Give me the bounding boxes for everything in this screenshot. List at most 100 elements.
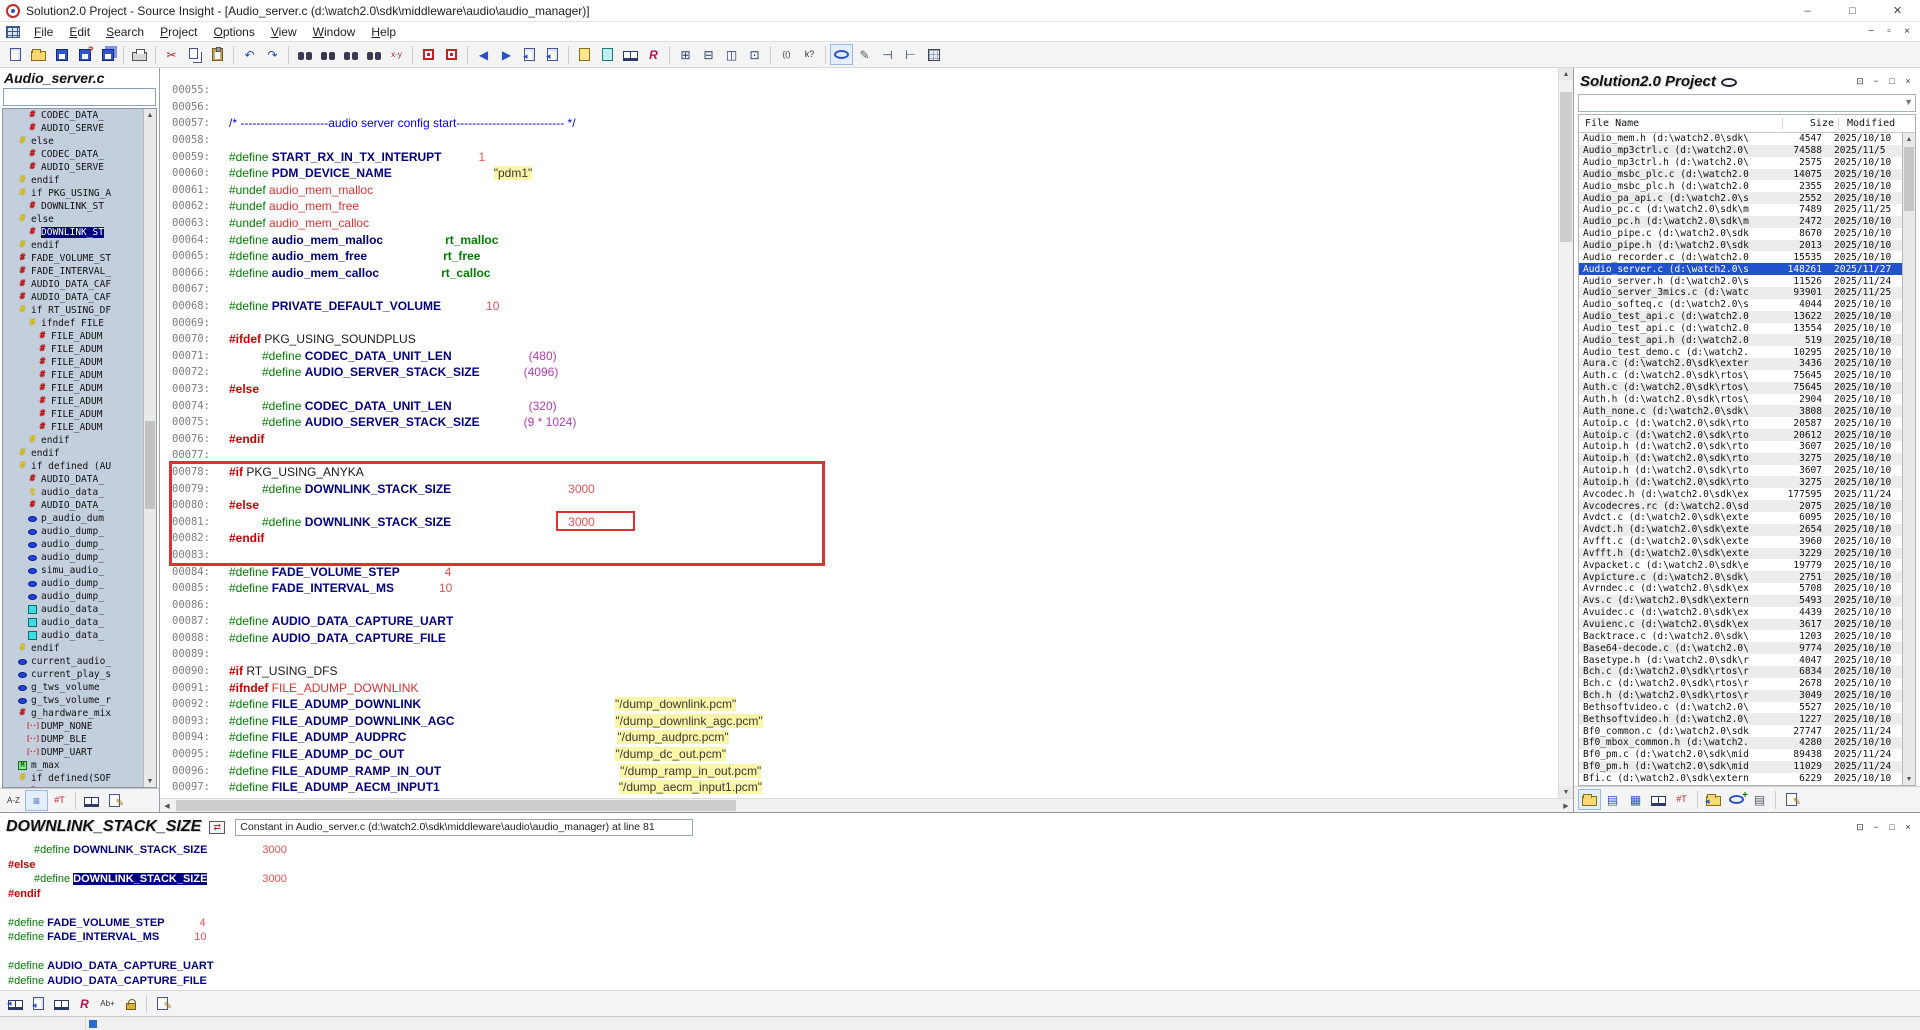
split-vertical-icon[interactable]: ◫ — [720, 44, 743, 65]
symbol-tree-scrollbar[interactable]: ▲ ▼ — [143, 109, 156, 787]
file-list-row[interactable]: Audio_server.h (d:\watch2.0\s115262025/1… — [1579, 275, 1902, 287]
file-list-row[interactable]: Bf0_common.c (d:\watch2.0\sdk277472025/1… — [1579, 725, 1902, 737]
symbol-tree-item[interactable]: #TX_DMA_SIZE — [5, 785, 142, 788]
file-list-row[interactable]: Avuienc.c (d:\watch2.0\sdk\ex36172025/10… — [1579, 619, 1902, 631]
symbol-tree-item[interactable]: #if PKG_USING_A — [5, 187, 142, 200]
symbol-tree-item[interactable]: #DOWNLINK_ST — [5, 200, 142, 213]
file-list-row[interactable]: Bfi.c (d:\watch2.0\sdk\extern62292025/10… — [1579, 773, 1902, 785]
go-forward-icon[interactable]: ▶ — [495, 44, 518, 65]
find-icon[interactable] — [293, 44, 316, 65]
browse-book-icon[interactable] — [50, 993, 73, 1014]
scroll-right-icon[interactable]: ▶ — [1559, 799, 1573, 812]
symbol-tree-item[interactable]: Mm_max — [5, 759, 142, 772]
next-result-icon[interactable] — [440, 44, 463, 65]
split-horizontal-icon[interactable]: ⊟ — [697, 44, 720, 65]
file-list-row[interactable]: Audio_msbc_plc.h (d:\watch2.023552025/10… — [1579, 180, 1902, 192]
symbol-tree-item[interactable]: #DOWNLINK_ST — [5, 226, 142, 239]
symbol-tree-item[interactable]: #FILE_ADUM — [5, 408, 142, 421]
symbol-tree-item[interactable]: [··]DUMP_BLE — [5, 733, 142, 746]
scroll-up-icon[interactable]: ▲ — [1903, 133, 1915, 145]
scroll-down-icon[interactable]: ▼ — [1559, 786, 1573, 798]
scroll-down-icon[interactable]: ▼ — [144, 775, 156, 787]
file-list-row[interactable]: Bch.c (d:\watch2.0\sdk\rtos\r68342025/10… — [1579, 666, 1902, 678]
file-list-row[interactable]: Audio_pa_api.c (d:\watch2.0\s25522025/10… — [1579, 192, 1902, 204]
symbol-tree-item[interactable]: #g_hardware_mix — [5, 707, 142, 720]
goto-definition-icon[interactable] — [4, 993, 27, 1014]
cut-icon[interactable]: ✂ — [160, 44, 183, 65]
paste-icon[interactable] — [206, 44, 229, 65]
minimize-button[interactable]: − — [1868, 74, 1884, 88]
open-project-icon[interactable] — [1702, 789, 1725, 810]
new-file-icon[interactable] — [4, 44, 27, 65]
mdi-restore-button[interactable]: ▫ — [1880, 24, 1898, 40]
symbol-tree-item[interactable]: #FILE_ADUM — [5, 369, 142, 382]
dock-button[interactable]: ⊡ — [1852, 820, 1868, 834]
context-help-icon[interactable]: k? — [798, 44, 821, 65]
maximize-button[interactable]: □ — [1884, 820, 1900, 834]
save-all-icon[interactable] — [96, 44, 119, 65]
file-list-row[interactable]: Bf0_mbox_common.h (d:\watch2.42802025/10… — [1579, 737, 1902, 749]
symbol-tree-item[interactable]: #FILE_ADUM — [5, 330, 142, 343]
save-modified-icon[interactable] — [73, 44, 96, 65]
sort-alphabetic-icon[interactable]: A-Z — [2, 790, 25, 811]
symbol-tree-item[interactable]: [··]DUMP_NONE — [5, 720, 142, 733]
file-list-row[interactable]: Autoip.h (d:\watch2.0\sdk\rto36072025/10… — [1579, 441, 1902, 453]
symbol-tree-item[interactable]: #endif — [5, 642, 142, 655]
goto-reference-icon[interactable] — [27, 993, 50, 1014]
symbol-tree-item[interactable]: #else — [5, 135, 142, 148]
file-list-row[interactable]: Audio_pc.c (d:\watch2.0\sdk\m74892025/11… — [1579, 204, 1902, 216]
symbol-tree-item[interactable]: audio_data_ — [5, 603, 142, 616]
symbol-tree-item[interactable]: current_play_s — [5, 668, 142, 681]
file-list-row[interactable]: Avpicture.c (d:\watch2.0\sdk\27512025/10… — [1579, 571, 1902, 583]
file-list-row[interactable]: Base64-decode.c (d:\watch2.0\97742025/10… — [1579, 642, 1902, 654]
column-modified[interactable]: Modified — [1839, 118, 1915, 129]
editor-vertical-scrollbar[interactable]: ▲ ▼ — [1558, 68, 1573, 798]
scroll-down-icon[interactable]: ▼ — [1903, 773, 1915, 785]
symbol-tree-item[interactable]: #endif — [5, 447, 142, 460]
jump-prev-link-icon[interactable] — [518, 44, 541, 65]
file-list-row[interactable]: Bf0_pm.c (d:\watch2.0\sdk\mid894382025/1… — [1579, 749, 1902, 761]
file-list-row[interactable]: Avfft.h (d:\watch2.0\sdk\exte32292025/10… — [1579, 548, 1902, 560]
file-list-row[interactable]: Audio_mp3ctrl.c (d:\watch2.0\745882025/1… — [1579, 145, 1902, 157]
project-file-combo[interactable]: ▼ — [1578, 94, 1916, 112]
symbol-properties-icon[interactable] — [103, 790, 126, 811]
file-list-row[interactable]: Audio_server_3mics.c (d:\watc939012025/1… — [1579, 287, 1902, 299]
file-list-row[interactable]: Auth_none.c (d:\watch2.0\sdk\38082025/10… — [1579, 405, 1902, 417]
file-list-row[interactable]: Avcodec.h (d:\watch2.0\sdk\ex1775952025/… — [1579, 488, 1902, 500]
file-list-header[interactable]: File Name Size Modified — [1579, 115, 1915, 133]
file-list-row[interactable]: Auth.h (d:\watch2.0\sdk\rtos\29042025/10… — [1579, 394, 1902, 406]
file-list-row[interactable]: Audio_pipe.h (d:\watch2.0\sdk20132025/10… — [1579, 240, 1902, 252]
editor-horizontal-scrollbar[interactable]: ◀ ▶ — [160, 798, 1573, 812]
code-area[interactable]: 00055:00056:00057:/* -------------------… — [160, 68, 1558, 798]
scrollbar-thumb[interactable] — [176, 800, 736, 811]
file-list-row[interactable]: Avdct.h (d:\watch2.0\sdk\exte26542025/10… — [1579, 524, 1902, 536]
undo-icon[interactable]: ↶ — [238, 44, 261, 65]
symbol-tree-item[interactable]: #FILE_ADUM — [5, 343, 142, 356]
symbol-tree-item[interactable]: #CODEC_DATA_ — [5, 109, 142, 122]
symbol-tree-item[interactable]: #FILE_ADUM — [5, 356, 142, 369]
recall-symbol-icon[interactable]: R — [73, 993, 96, 1014]
edit-pencil-icon[interactable]: ✎ — [853, 44, 876, 65]
find-in-files-icon[interactable] — [339, 44, 362, 65]
symbol-tree-item[interactable]: #if defined (AU — [5, 460, 142, 473]
scrollbar-thumb[interactable] — [1560, 92, 1572, 242]
icon-view-icon[interactable]: ▦ — [1624, 789, 1647, 810]
scroll-up-icon[interactable]: ▲ — [144, 109, 156, 121]
file-list-row[interactable]: Audio_pc.h (d:\watch2.0\sdk\m24722025/10… — [1579, 216, 1902, 228]
symbol-tree-item[interactable]: #AUDIO_SERVE — [5, 161, 142, 174]
column-file-name[interactable]: File Name — [1579, 118, 1783, 129]
detail-view-icon[interactable]: ▤ — [1601, 789, 1624, 810]
symbol-tree-item[interactable]: [··]DUMP_UART — [5, 746, 142, 759]
relation-window-toggle-icon[interactable] — [619, 44, 642, 65]
file-document-icon[interactable]: ▤ — [1748, 789, 1771, 810]
file-list-row[interactable]: Avdct.c (d:\watch2.0\sdk\exte60952025/10… — [1579, 512, 1902, 524]
file-list-row[interactable]: Audio_softeq.c (d:\watch2.0\s40442025/10… — [1579, 299, 1902, 311]
file-list-row[interactable]: Audio_recorder.c (d:\watch2.0155352025/1… — [1579, 251, 1902, 263]
save-icon[interactable] — [50, 44, 73, 65]
file-list-row[interactable]: Autoip.c (d:\watch2.0\sdk\rto206122025/1… — [1579, 429, 1902, 441]
symbol-tree-item[interactable]: taudio_data_ — [5, 486, 142, 499]
scrollbar-thumb[interactable] — [145, 421, 155, 509]
symbol-tree-item[interactable]: #FADE_VOLUME_ST — [5, 252, 142, 265]
symbol-tree-item[interactable]: p_audio_dum — [5, 512, 142, 525]
symbol-tree-item[interactable]: g_tws_volume_r — [5, 694, 142, 707]
